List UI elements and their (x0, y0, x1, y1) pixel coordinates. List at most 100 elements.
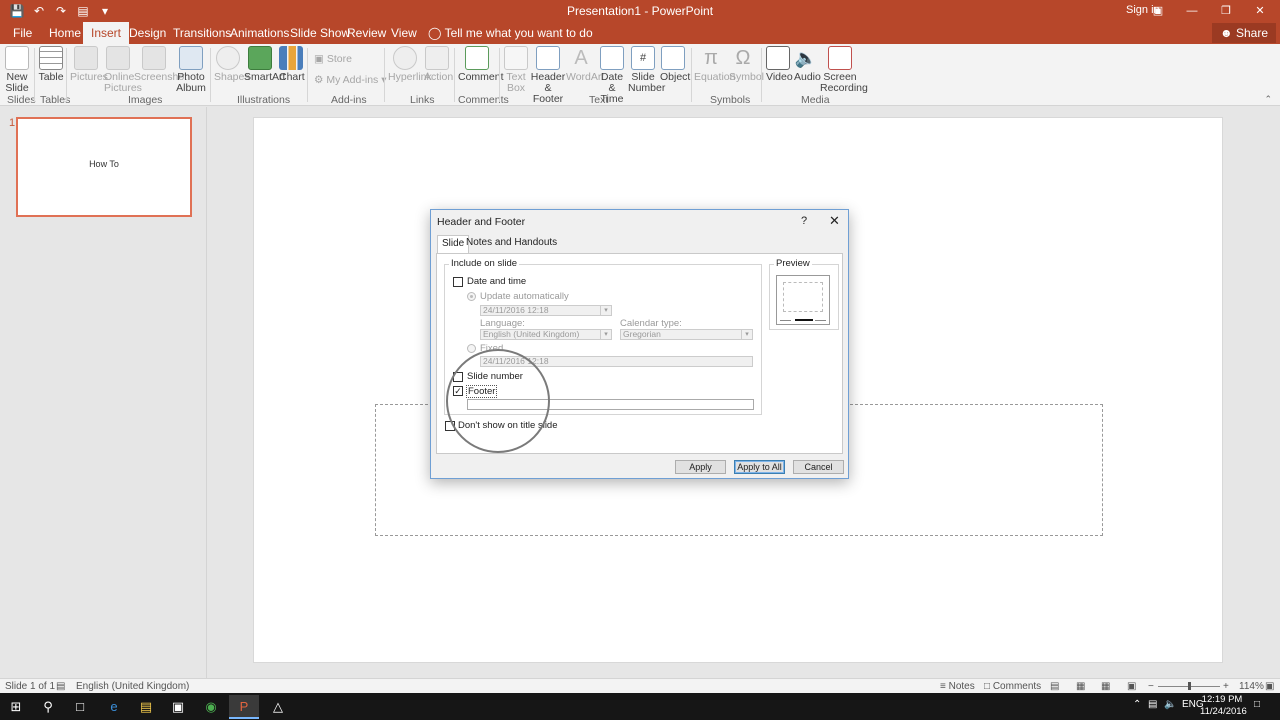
header-footer-label-2: & Footer (532, 82, 564, 105)
tab-file[interactable]: File (13, 26, 32, 40)
system-clock[interactable]: 12:19 PM 11/24/2016 (1200, 694, 1247, 718)
language-status[interactable]: English (United Kingdom) (76, 681, 189, 692)
zoom-level[interactable]: 114% (1239, 681, 1264, 692)
tab-insert[interactable]: Insert (83, 22, 130, 44)
lightbulb-icon: ◯ (428, 26, 442, 40)
volume-icon[interactable]: 🔈 (1164, 699, 1176, 710)
slide-number-button[interactable]: # Slide Number (628, 46, 665, 94)
tell-me-search[interactable]: ◯ Tell me what you want to do (428, 26, 593, 40)
tab-animations[interactable]: Animations (230, 26, 289, 40)
video-button[interactable]: Video (766, 46, 793, 83)
cancel-button[interactable]: Cancel (793, 460, 844, 474)
close-button[interactable]: ✕ (829, 213, 840, 229)
addins-icon: ⚙ (314, 74, 324, 86)
group-media: Media (801, 94, 830, 106)
new-slide-button[interactable]: New Slide (4, 46, 30, 94)
action-button[interactable]: Action (424, 46, 453, 83)
notifications-icon[interactable]: □ (1254, 699, 1260, 710)
store-icon[interactable]: ▣ (163, 695, 193, 719)
notes-button[interactable]: ≡ Notes (940, 681, 975, 692)
header-footer-button[interactable]: Header & Footer (530, 46, 566, 105)
ribbon: New Slide Slides Table Tables Pictures O… (0, 44, 1280, 106)
task-view-icon[interactable]: □ (65, 695, 95, 719)
store-icon: ▣ (314, 53, 324, 65)
ribbon-display-options-icon[interactable]: ▣ (1144, 2, 1172, 20)
minimize-icon[interactable]: — (1178, 2, 1206, 20)
fixed-radio[interactable] (467, 344, 476, 353)
wordart-button[interactable]: A WordArt (566, 46, 604, 83)
calendar-type-select[interactable]: Gregorian ▾ (620, 329, 753, 340)
smartart-button[interactable]: SmartArt (244, 46, 285, 83)
audio-button[interactable]: 🔈 Audio (794, 46, 821, 83)
photo-album-button[interactable]: Photo Album (176, 46, 206, 94)
restore-icon[interactable]: ❐ (1212, 2, 1240, 20)
table-button[interactable]: Table (38, 46, 64, 83)
edge-icon[interactable]: e (99, 695, 129, 719)
update-automatically-radio[interactable] (467, 292, 476, 301)
online-pictures-button[interactable]: Online Pictures (104, 46, 142, 94)
share-label: Share (1235, 26, 1268, 40)
slide-sorter-icon[interactable]: ▦ (1076, 681, 1085, 692)
camera-icon (142, 46, 166, 70)
collapse-ribbon-icon[interactable]: ⌃ (1264, 94, 1272, 105)
symbol-button[interactable]: Ω Symbol (729, 46, 764, 83)
hyperlink-button[interactable]: Hyperlink (388, 46, 432, 83)
chart-button[interactable]: Chart (279, 46, 305, 83)
tray-overflow-icon[interactable]: ⌃ (1133, 699, 1141, 710)
text-box-label-2: Box (506, 82, 526, 94)
separator (66, 48, 67, 102)
slideshow-view-icon[interactable]: ▣ (1127, 681, 1136, 692)
powerpoint-taskbar-icon[interactable]: P (229, 695, 259, 719)
network-icon[interactable]: ▤ (1148, 699, 1157, 710)
file-explorer-icon[interactable]: ▤ (131, 695, 161, 719)
normal-view-icon[interactable]: ▤ (1050, 681, 1059, 692)
text-box-button[interactable]: Text Box (504, 46, 528, 94)
equation-button[interactable]: π Equation (694, 46, 735, 83)
windows-start-icon[interactable]: ⊞ (1, 695, 31, 719)
object-button[interactable]: Object (660, 46, 690, 83)
chrome-icon[interactable]: ◉ (196, 695, 226, 719)
chevron-down-icon: ▾ (600, 306, 611, 315)
video-label: Video (766, 71, 793, 83)
reading-view-icon[interactable]: ▦ (1101, 681, 1110, 692)
tab-slide-show[interactable]: Slide Show (290, 26, 350, 40)
tab-notes-handouts[interactable]: Notes and Handouts (466, 237, 557, 248)
close-icon[interactable]: ✕ (1246, 2, 1274, 20)
apply-to-all-button[interactable]: Apply to All (734, 460, 785, 474)
shapes-button[interactable]: Shapes (214, 46, 250, 83)
pi-icon: π (704, 47, 718, 69)
help-button[interactable]: ? (801, 215, 807, 227)
tab-review[interactable]: Review (347, 26, 386, 40)
search-icon[interactable]: ⚲ (33, 695, 63, 719)
zoom-slider-thumb[interactable] (1188, 682, 1191, 690)
fit-to-window-icon[interactable]: ▣ (1265, 681, 1274, 692)
spellcheck-icon[interactable]: ▤ (56, 681, 65, 692)
chevron-down-icon: ▾ (600, 330, 611, 339)
screenshot-button[interactable]: Screenshot (134, 46, 187, 83)
zoom-in-icon[interactable]: + (1223, 681, 1229, 692)
slide-thumbnail[interactable]: How To (16, 117, 192, 217)
tab-home[interactable]: Home (49, 26, 81, 40)
language-select[interactable]: English (United Kingdom) ▾ (480, 329, 612, 340)
zoom-out-icon[interactable]: − (1148, 681, 1154, 692)
comments-status-button[interactable]: □ Comments (984, 681, 1041, 692)
tab-view[interactable]: View (391, 26, 417, 40)
date-time-checkbox[interactable] (453, 277, 463, 287)
tab-slide[interactable]: Slide (437, 235, 470, 254)
screen-recording-button[interactable]: Screen Recording (820, 46, 868, 94)
app-taskbar-icon[interactable]: △ (263, 695, 293, 719)
share-button[interactable]: ☻ Share (1211, 23, 1276, 43)
new-slide-icon (5, 46, 29, 70)
comment-button[interactable]: Comment (458, 46, 504, 83)
object-icon (661, 46, 685, 70)
tab-transitions[interactable]: Transitions (173, 26, 231, 40)
globe-icon (393, 46, 417, 70)
calendar-icon (600, 46, 624, 70)
store-button[interactable]: ▣ Store (314, 53, 352, 65)
my-addins-button[interactable]: ⚙ My Add-ins ▾ (314, 74, 386, 86)
preview-body (783, 282, 823, 312)
apply-button[interactable]: Apply (675, 460, 726, 474)
date-format-select[interactable]: 24/11/2016 12:18 ▾ (480, 305, 612, 316)
pictures-button[interactable]: Pictures (70, 46, 108, 83)
tab-design[interactable]: Design (129, 26, 166, 40)
